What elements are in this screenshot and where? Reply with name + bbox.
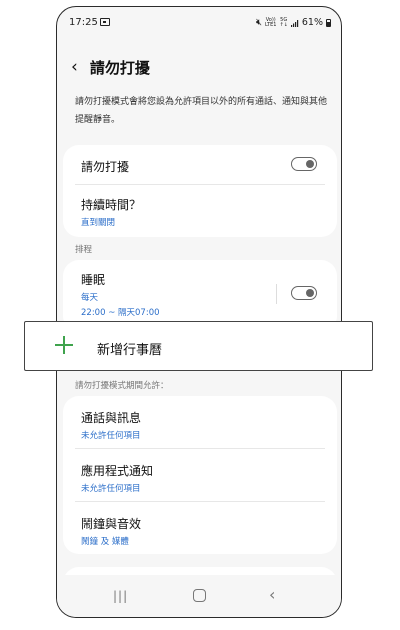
add-calendar-button[interactable]: 新增行事曆: [24, 321, 373, 371]
battery-icon: [326, 18, 331, 27]
add-calendar-label: 新增行事曆: [97, 343, 163, 358]
allowed-item-sub: 未允許任何項目: [81, 484, 141, 494]
back-nav-icon[interactable]: ‹: [269, 585, 275, 604]
allowed-item-sub: 鬧鐘 及 媒體: [81, 537, 129, 547]
allowed-section-label: 請勿打擾模式期間允許：: [75, 381, 169, 391]
dnd-settings-card: 請勿打擾 持續時間？ 直到關閉: [63, 145, 337, 237]
list-item[interactable]: 鬧鐘與音效 鬧鐘 及 媒體: [75, 502, 325, 554]
5g-indicator: 5G ↑↓: [279, 16, 288, 28]
allowed-card: 通話與訊息 未允許任何項目 應用程式通知 未允許任何項目 鬧鐘與音效 鬧鐘 及 …: [63, 396, 337, 554]
duration-label: 持續時間？: [81, 198, 142, 212]
sleep-time: 22:00 ~ 隔天07:00: [81, 308, 160, 318]
status-bar: 17:25 🔇︎ Vo)) LTE1 5G ↑↓ 61%: [57, 7, 341, 41]
sleep-label: 睡眠: [81, 273, 106, 287]
status-time: 17:25: [69, 17, 98, 28]
mute-icon: 🔇︎: [255, 17, 262, 28]
chevron-left-icon[interactable]: ‹: [71, 59, 78, 76]
recent-apps-icon[interactable]: |||: [113, 589, 128, 603]
duration-row[interactable]: 持續時間？ 直到關閉: [75, 185, 325, 237]
gallery-notification-icon: [100, 18, 110, 26]
dnd-toggle[interactable]: [291, 157, 317, 171]
allowed-item-sub: 未允許任何項目: [81, 431, 141, 441]
duration-value: 直到關閉: [81, 218, 116, 228]
signal-icon: [290, 19, 299, 27]
allowed-item-title: 鬧鐘與音效: [81, 517, 142, 531]
allowed-item-title: 應用程式通知: [81, 464, 154, 478]
schedule-section-label: 排程: [75, 245, 93, 255]
sleep-toggle[interactable]: [291, 286, 317, 300]
phone-frame: 17:25 🔇︎ Vo)) LTE1 5G ↑↓ 61% ‹ 請勿打擾 請勿打擾模式…: [56, 6, 342, 618]
dnd-toggle-row[interactable]: 請勿打擾: [75, 145, 325, 185]
dnd-label: 請勿打擾: [81, 160, 130, 174]
sleep-days: 每天: [81, 293, 99, 303]
page-header: ‹ 請勿打擾: [71, 57, 150, 78]
toggle-divider: [276, 284, 277, 304]
page-title: 請勿打擾: [89, 59, 150, 77]
volte-indicator: Vo)) LTE1: [264, 16, 277, 28]
home-icon[interactable]: [193, 589, 206, 602]
list-item[interactable]: 通話與訊息 未允許任何項目: [75, 396, 325, 449]
page-description: 請勿打擾模式會將您設為允許項目以外的所有通話、通知與其他提醒靜音。: [75, 97, 328, 125]
list-item[interactable]: 應用程式通知 未允許任何項目: [75, 449, 325, 502]
battery-percent: 61%: [301, 17, 323, 28]
plus-icon: [55, 336, 73, 354]
navigation-bar: ||| ‹: [57, 575, 341, 617]
status-icons: 🔇︎ Vo)) LTE1 5G ↑↓ 61%: [256, 17, 331, 28]
allowed-item-title: 通話與訊息: [81, 411, 142, 425]
